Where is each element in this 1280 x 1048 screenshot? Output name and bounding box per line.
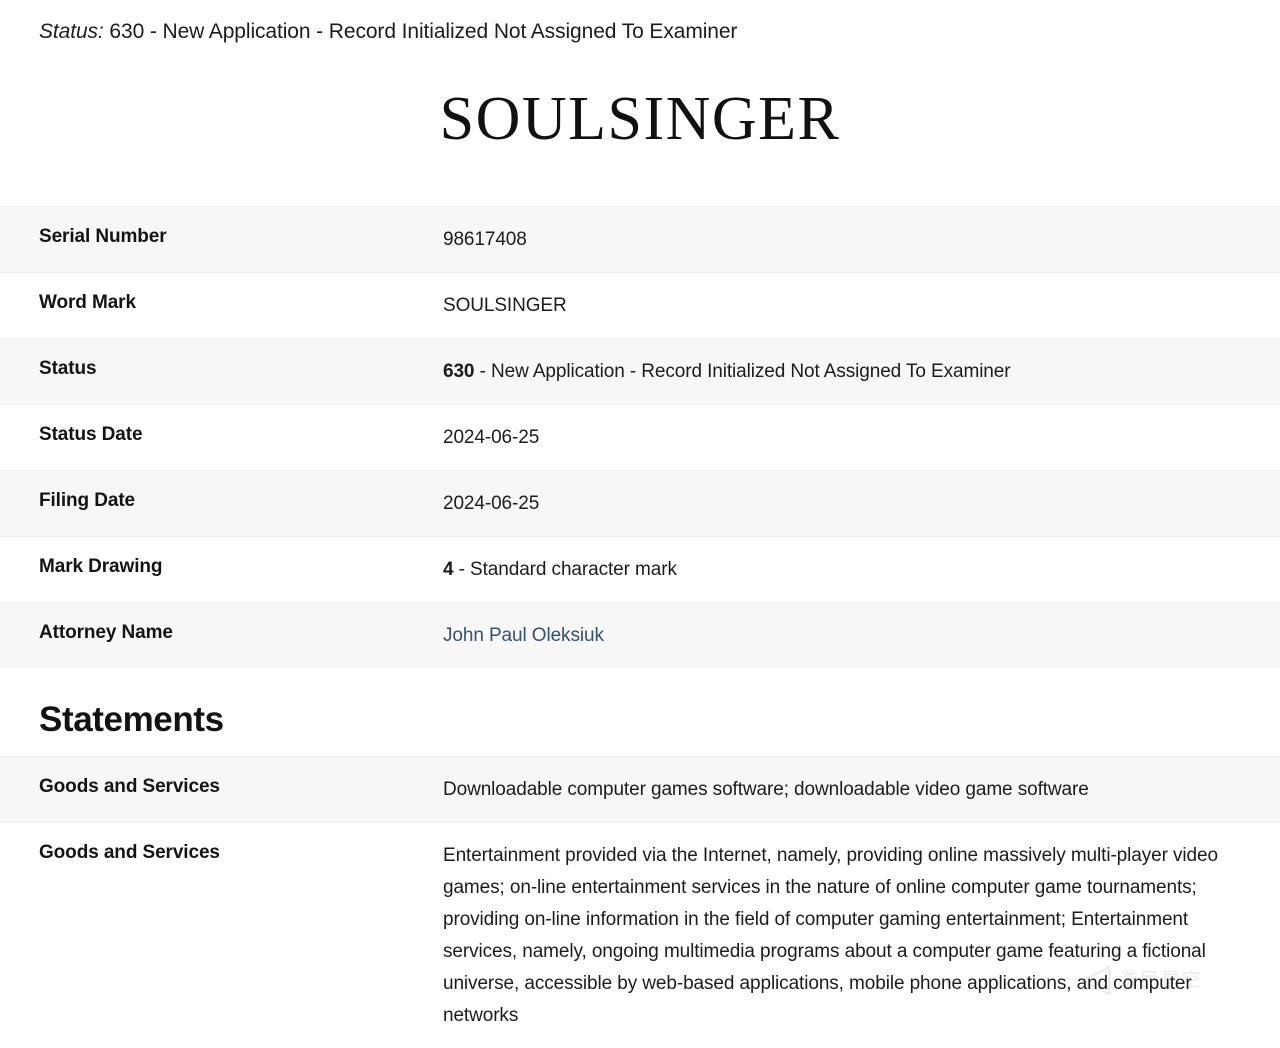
trademark-detail-table: Serial Number 98617408 Word Mark SOULSIN… — [0, 206, 1280, 668]
table-row: Status Date 2024-06-25 — [0, 404, 1280, 470]
table-row: Attorney Name John Paul Oleksiuk — [0, 602, 1280, 668]
row-value-filing-date: 2024-06-25 — [443, 488, 1280, 520]
row-value-mark-drawing: 4 - Standard character mark — [443, 554, 1280, 586]
status-line-label: Status: — [39, 20, 104, 43]
row-label-mark-drawing: Mark Drawing — [39, 556, 163, 577]
table-row: Goods and Services Downloadable computer… — [0, 756, 1280, 822]
row-label-word-mark: Word Mark — [39, 292, 136, 313]
status-description: - New Application - Record Initialized N… — [474, 361, 1011, 382]
row-label-serial-number: Serial Number — [39, 226, 167, 247]
serial-number-text: 98617408 — [443, 229, 527, 250]
row-label-goods-and-services-2: Goods and Services — [39, 842, 220, 863]
row-label-filing-date: Filing Date — [39, 490, 136, 511]
mark-drawing-description: - Standard character mark — [453, 559, 677, 580]
mark-logo-text: SOULSINGER — [439, 85, 841, 153]
statements-heading: Statements — [39, 700, 224, 739]
row-value-status: 630 - New Application - Record Initializ… — [443, 356, 1280, 388]
attorney-name-link[interactable]: John Paul Oleksiuk — [443, 625, 604, 646]
row-value-goods-and-services-2: Entertainment provided via the Internet,… — [443, 845, 1218, 1026]
table-row: Goods and Services Entertainment provide… — [0, 822, 1280, 1048]
table-row: Status 630 - New Application - Record In… — [0, 338, 1280, 404]
mark-drawing-code: 4 — [443, 559, 454, 580]
row-label-goods-and-services-1: Goods and Services — [39, 776, 220, 797]
mark-logo-container: SOULSINGER — [0, 54, 1280, 184]
row-label-status-date: Status Date — [39, 424, 143, 445]
page-status-line: Status: 630 - New Application - Record I… — [0, 0, 1280, 46]
status-line-value: 630 - New Application - Record Initializ… — [109, 20, 738, 43]
word-mark-text: SOULSINGER — [443, 295, 567, 316]
row-label-attorney-name: Attorney Name — [39, 622, 173, 643]
filing-date-text: 2024-06-25 — [443, 493, 540, 514]
row-value-word-mark: SOULSINGER — [443, 290, 1280, 322]
table-row: Word Mark SOULSINGER — [0, 272, 1280, 338]
statements-table: Goods and Services Downloadable computer… — [0, 756, 1280, 1048]
row-value-status-date: 2024-06-25 — [443, 422, 1280, 454]
status-date-text: 2024-06-25 — [443, 427, 540, 448]
table-row: Mark Drawing 4 - Standard character mark — [0, 536, 1280, 602]
row-label-status: Status — [39, 358, 97, 379]
row-value-goods-and-services-1: Downloadable computer games software; do… — [443, 779, 1089, 800]
status-code: 630 — [443, 361, 475, 382]
row-value-serial-number: 98617408 — [443, 224, 1280, 256]
table-row: Serial Number 98617408 — [0, 206, 1280, 272]
row-value-attorney-name: John Paul Oleksiuk — [443, 620, 1280, 652]
table-row: Filing Date 2024-06-25 — [0, 470, 1280, 536]
